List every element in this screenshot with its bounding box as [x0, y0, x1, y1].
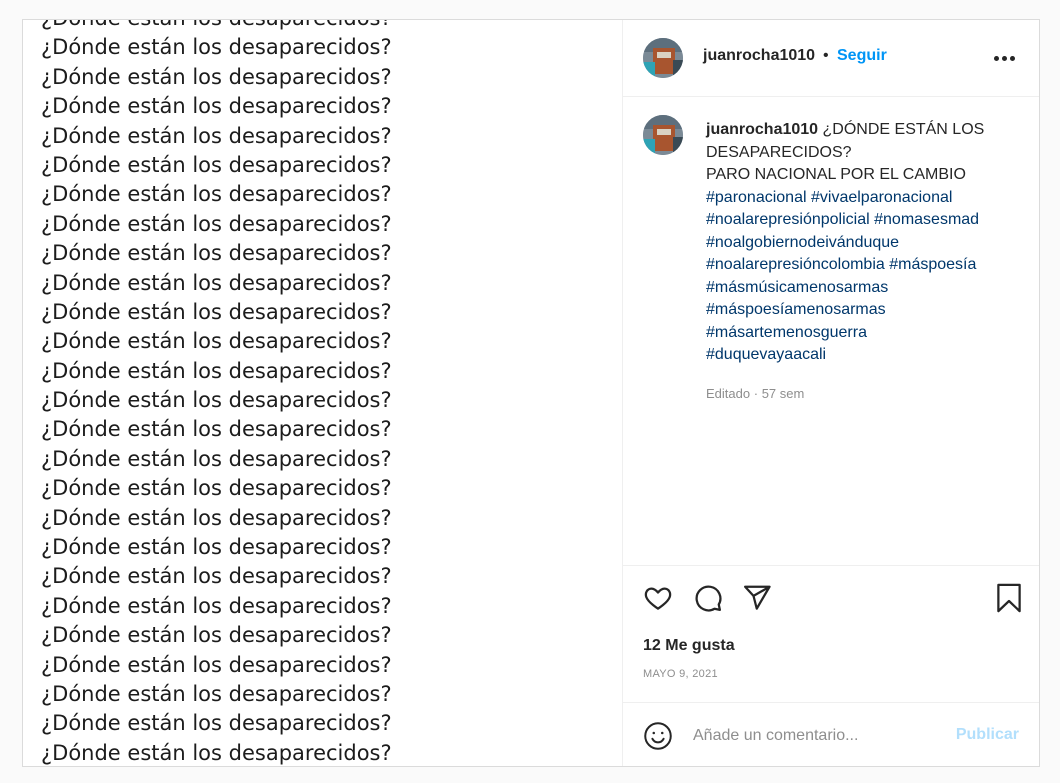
edited-label: Editado	[706, 386, 751, 401]
caption: juanrocha1010 ¿DÓNDE ESTÁN LOS DESAPAREC…	[706, 119, 1026, 367]
image-text-line: ¿Dónde están los desaparecidos?	[41, 123, 392, 148]
post-date[interactable]: MAYO 9, 2021	[643, 668, 718, 680]
publish-button[interactable]: Publicar	[956, 726, 1019, 744]
share-icon[interactable]	[742, 583, 772, 618]
caption-avatar[interactable]	[643, 115, 683, 155]
hashtag-link[interactable]: #paronacional	[706, 189, 807, 206]
comments-section: juanrocha1010 ¿DÓNDE ESTÁN LOS DESAPAREC…	[623, 97, 1039, 566]
post-image[interactable]: ¿Dónde están los desaparecidos? ¿Dónde es…	[23, 20, 622, 766]
image-text-line: ¿Dónde están los desaparecidos?	[41, 211, 392, 236]
image-text-line: ¿Dónde están los desaparecidos?	[41, 417, 392, 442]
image-text-line: ¿Dónde están los desaparecidos?	[41, 740, 392, 765]
hashtag-line: #másartemenosguerra	[706, 322, 1026, 345]
image-text-line: ¿Dónde están los desaparecidos?	[41, 535, 392, 560]
hashtag-link[interactable]: #máspoesía	[889, 256, 976, 273]
hashtag-link[interactable]: #noalarepresiónpolicial	[706, 211, 870, 228]
hashtag-link[interactable]: #máspoesíamenosarmas	[706, 301, 886, 318]
image-text-line: ¿Dónde están los desaparecidos?	[41, 505, 392, 530]
hashtag-list: #paronacional #vivaelparonacional #noalar…	[706, 187, 1026, 367]
image-text-line: ¿Dónde están los desaparecidos?	[41, 388, 392, 413]
post-sidebar: juanrocha1010 • Seguir juanrocha1010 ¿DÓ…	[622, 20, 1039, 766]
edited-separator: ·	[753, 386, 759, 401]
image-text-line: ¿Dónde están los desaparecidos?	[41, 20, 392, 33]
post-dialog: ¿Dónde están los desaparecidos? ¿Dónde es…	[22, 19, 1040, 767]
caption-username[interactable]: juanrocha1010	[706, 121, 818, 138]
image-text-line: ¿Dónde están los desaparecidos?	[41, 241, 392, 266]
more-options-icon[interactable]	[994, 56, 1015, 61]
image-text-lines: ¿Dónde están los desaparecidos? ¿Dónde es…	[41, 20, 392, 766]
image-text-line: ¿Dónde están los desaparecidos?	[41, 623, 392, 648]
image-text-line: ¿Dónde están los desaparecidos?	[41, 182, 392, 207]
image-text-line: ¿Dónde están los desaparecidos?	[41, 64, 392, 89]
hashtag-line: #noalgobiernodeivánduque	[706, 232, 1026, 255]
comment-icon[interactable]	[693, 583, 723, 618]
comment-input[interactable]	[691, 721, 945, 751]
post-header: juanrocha1010 • Seguir	[623, 20, 1039, 97]
hashtag-link[interactable]: #noalgobiernodeivánduque	[706, 234, 899, 251]
hashtag-link[interactable]: #másartemenosguerra	[706, 324, 867, 341]
image-text-line: ¿Dónde están los desaparecidos?	[41, 681, 392, 706]
image-text-line: ¿Dónde están los desaparecidos?	[41, 446, 392, 471]
edited-timestamp: Editado · 57 sem	[706, 386, 804, 401]
edited-time[interactable]: 57 sem	[762, 386, 805, 401]
image-text-line: ¿Dónde están los desaparecidos?	[41, 270, 392, 295]
avatar[interactable]	[643, 38, 683, 78]
image-text-line: ¿Dónde están los desaparecidos?	[41, 564, 392, 589]
hashtag-link[interactable]: #másmúsicamenosarmas	[706, 279, 888, 296]
hashtag-line: #duquevayaacali	[706, 344, 1026, 367]
follow-button[interactable]: Seguir	[837, 47, 887, 65]
add-comment-bar: Publicar	[623, 702, 1039, 766]
header-username[interactable]: juanrocha1010	[703, 47, 815, 65]
image-text-line: ¿Dónde están los desaparecidos?	[41, 329, 392, 354]
image-text-line: ¿Dónde están los desaparecidos?	[41, 593, 392, 618]
hashtag-line: #máspoesíamenosarmas	[706, 299, 1026, 322]
hashtag-link[interactable]: #duquevayaacali	[706, 346, 826, 363]
hashtag-line: #paronacional #vivaelparonacional	[706, 187, 1026, 210]
image-text-line: ¿Dónde están los desaparecidos?	[41, 711, 392, 736]
image-text-line: ¿Dónde están los desaparecidos?	[41, 152, 392, 177]
bookmark-icon[interactable]	[995, 583, 1023, 618]
image-text-line: ¿Dónde están los desaparecidos?	[41, 94, 392, 119]
action-bar	[623, 566, 1039, 626]
likes-count[interactable]: 12 Me gusta	[643, 637, 735, 655]
emoji-icon[interactable]	[643, 721, 673, 756]
hashtag-link[interactable]: #vivaelparonacional	[811, 189, 952, 206]
image-text-line: ¿Dónde están los desaparecidos?	[41, 358, 392, 383]
caption-subtitle: PARO NACIONAL POR EL CAMBIO	[706, 166, 966, 183]
hashtag-link[interactable]: #nomasesmad	[874, 211, 979, 228]
hashtag-link[interactable]: #noalarepresióncolombia	[706, 256, 885, 273]
image-text-line: ¿Dónde están los desaparecidos?	[41, 299, 392, 324]
hashtag-line: #másmúsicamenosarmas	[706, 277, 1026, 300]
heart-icon[interactable]	[643, 583, 673, 618]
hashtag-line: #noalarepresióncolombia #máspoesía	[706, 254, 1026, 277]
header-separator: •	[823, 47, 829, 64]
image-text-line: ¿Dónde están los desaparecidos?	[41, 652, 392, 677]
image-text-line: ¿Dónde están los desaparecidos?	[41, 35, 392, 60]
hashtag-line: #noalarepresiónpolicial #nomasesmad	[706, 209, 1026, 232]
image-text-line: ¿Dónde están los desaparecidos?	[41, 476, 392, 501]
